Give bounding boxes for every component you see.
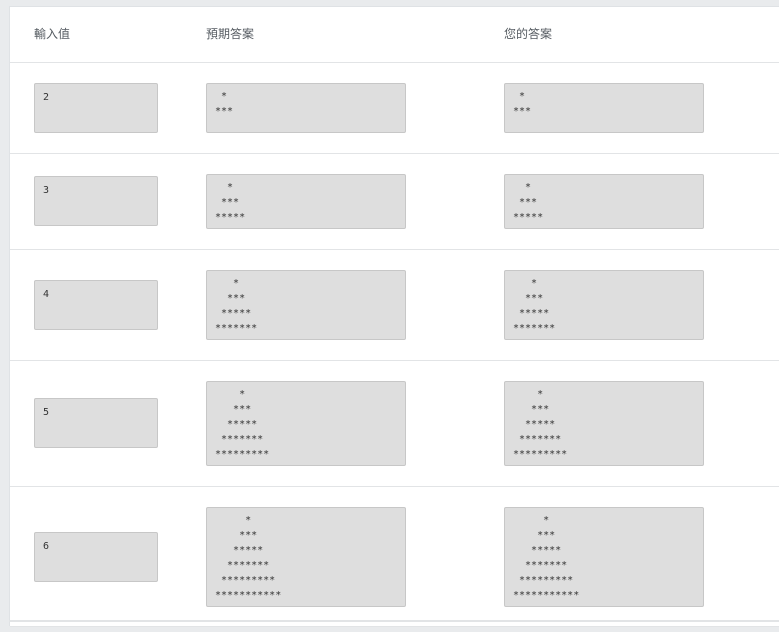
input-value-box[interactable]: 6 xyxy=(34,532,158,582)
header-actual: 您的答案 xyxy=(504,27,553,41)
actual-answer-box[interactable]: * *** xyxy=(504,83,704,133)
actual-answer-box[interactable]: * *** ***** ******* ********* **********… xyxy=(504,507,704,607)
actual-answer-box[interactable]: * *** ***** xyxy=(504,174,704,229)
input-value-box[interactable]: 5 xyxy=(34,398,158,448)
expected-answer-box[interactable]: * *** ***** ******* ********* **********… xyxy=(206,507,406,607)
actual-answer-box[interactable]: * *** ***** ******* ********* xyxy=(504,381,704,466)
table-row: 3 * *** ***** * *** ***** xyxy=(10,154,779,250)
table-header: 輸入值 預期答案 您的答案 xyxy=(10,7,779,63)
table-row: 6 * *** ***** ******* ********* ********… xyxy=(10,487,779,627)
header-input: 輸入值 xyxy=(34,27,71,41)
expected-answer-box[interactable]: * *** ***** ******* ********* xyxy=(206,381,406,466)
expected-answer-box[interactable]: * *** ***** xyxy=(206,174,406,229)
input-value-box[interactable]: 3 xyxy=(34,176,158,226)
results-table: 輸入值 預期答案 您的答案 2 * *** * *** 3 * *** ****… xyxy=(9,6,779,627)
table-row: 5 * *** ***** ******* ********* * *** **… xyxy=(10,361,779,487)
table-bottom-divider xyxy=(9,620,779,622)
header-expected: 預期答案 xyxy=(206,27,255,41)
table-row: 4 * *** ***** ******* * *** ***** ******… xyxy=(10,250,779,361)
expected-answer-box[interactable]: * *** xyxy=(206,83,406,133)
input-value-box[interactable]: 2 xyxy=(34,83,158,133)
actual-answer-box[interactable]: * *** ***** ******* xyxy=(504,270,704,340)
expected-answer-box[interactable]: * *** ***** ******* xyxy=(206,270,406,340)
input-value-box[interactable]: 4 xyxy=(34,280,158,330)
table-row: 2 * *** * *** xyxy=(10,63,779,154)
